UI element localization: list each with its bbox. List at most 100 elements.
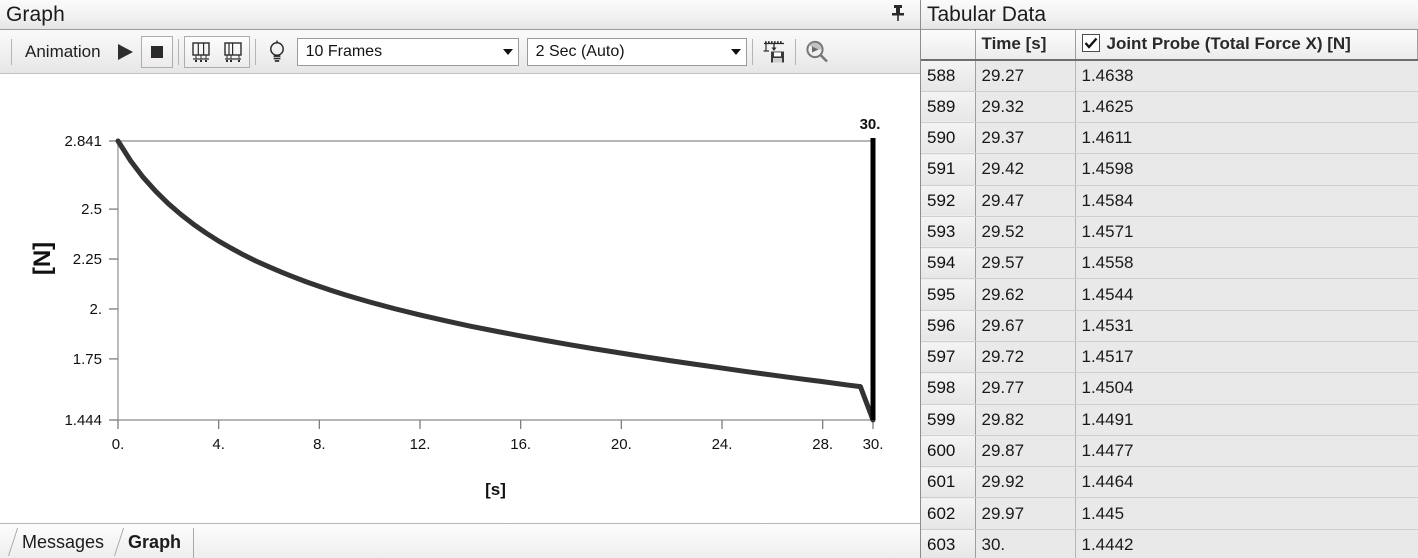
- value-column-checkbox[interactable]: [1081, 34, 1100, 53]
- table-header-row: Time [s] Joint Probe (Total Force X) [N]: [921, 29, 1418, 61]
- chevron-down-icon[interactable]: [498, 39, 518, 65]
- table-cell-value[interactable]: 1.4491: [1075, 404, 1418, 436]
- table-row[interactable]: 602 29.97 1.445: [921, 497, 1418, 530]
- table-cell-value[interactable]: 1.4598: [1075, 153, 1418, 186]
- tabular-data-panel: Tabular Data Time [s] Joint Probe (Total…: [920, 0, 1418, 558]
- table-cell-time[interactable]: 29.82: [975, 404, 1076, 436]
- table-row-number: 596: [921, 310, 976, 343]
- table-row[interactable]: 600 29.87 1.4477: [921, 435, 1418, 468]
- plot-area[interactable]: 2.841 2.5 2.25 2. 1.75 1.444 0. 4. 8. 12. 16. 20. 24…: [0, 74, 920, 558]
- series-line: [115, 138, 876, 423]
- graph-panel-title: Graph: [6, 3, 65, 26]
- table-row[interactable]: 589 29.32 1.4625: [921, 91, 1418, 123]
- graph-panel-titlebar: Graph: [0, 0, 920, 30]
- bottom-tab-bar: Messages Graph: [0, 523, 920, 558]
- play-button[interactable]: [109, 36, 141, 68]
- animation-label: Animation: [25, 41, 101, 61]
- toolbar-separator: [751, 38, 753, 65]
- table-cell-value[interactable]: 1.4531: [1075, 310, 1418, 343]
- table-cell-time[interactable]: 29.97: [975, 497, 1076, 530]
- time-cursor-label: 30.: [860, 116, 881, 133]
- table-cell-time[interactable]: 29.27: [975, 59, 1076, 92]
- table-cell-time[interactable]: 29.57: [975, 247, 1076, 280]
- table-row[interactable]: 594 29.57 1.4558: [921, 247, 1418, 280]
- table-row[interactable]: 592 29.47 1.4584: [921, 185, 1418, 217]
- table-row[interactable]: 599 29.82 1.4491: [921, 404, 1418, 436]
- table-row[interactable]: 593 29.52 1.4571: [921, 216, 1418, 249]
- table-row[interactable]: 601 29.92 1.4464: [921, 466, 1418, 499]
- zoom-search-button[interactable]: [801, 36, 833, 68]
- column-header-time[interactable]: Time [s]: [975, 29, 1076, 61]
- table-row-number: 595: [921, 278, 976, 311]
- table-cell-time[interactable]: 29.87: [975, 435, 1076, 468]
- table-row-number: 603: [921, 529, 976, 558]
- table-row-number: 599: [921, 404, 976, 436]
- table-cell-value[interactable]: 1.4611: [1075, 122, 1418, 155]
- lightbulb-button[interactable]: [261, 36, 293, 68]
- table-row[interactable]: 598 29.77 1.4504: [921, 372, 1418, 405]
- distribute-frames-button[interactable]: [185, 36, 217, 68]
- table-cell-time[interactable]: 29.72: [975, 341, 1076, 374]
- export-video-icon: [763, 40, 784, 62]
- x-axis-tick-label: 12.: [410, 436, 431, 453]
- retime-frames-button[interactable]: [217, 36, 249, 68]
- tabular-data-scroll[interactable]: Time [s] Joint Probe (Total Force X) [N]: [921, 29, 1418, 558]
- toolbar-separator: [794, 38, 796, 65]
- table-cell-time[interactable]: 29.37: [975, 122, 1076, 155]
- table-row[interactable]: 591 29.42 1.4598: [921, 153, 1418, 186]
- table-cell-value[interactable]: 1.4571: [1075, 216, 1418, 249]
- table-cell-value[interactable]: 1.4544: [1075, 278, 1418, 311]
- table-cell-value[interactable]: 1.4625: [1075, 91, 1418, 123]
- table-cell-time[interactable]: 29.77: [975, 372, 1076, 405]
- table-cell-time[interactable]: 29.32: [975, 91, 1076, 123]
- table-cell-time[interactable]: 29.42: [975, 153, 1076, 186]
- table-cell-value[interactable]: 1.4504: [1075, 372, 1418, 405]
- table-row[interactable]: 595 29.62 1.4544: [921, 278, 1418, 311]
- table-cell-value[interactable]: 1.4442: [1075, 529, 1418, 558]
- table-cell-time[interactable]: 29.52: [975, 216, 1076, 249]
- duration-dropdown[interactable]: 2 Sec (Auto): [526, 37, 747, 66]
- table-row-number: 594: [921, 247, 976, 280]
- table-cell-value[interactable]: 1.4558: [1075, 247, 1418, 280]
- chart: 2.841 2.5 2.25 2. 1.75 1.444 0. 4. 8. 12. 16. 20. 24…: [29, 116, 883, 499]
- x-axis-tick-label: 8.: [313, 436, 326, 453]
- table-cell-time[interactable]: 30.: [975, 529, 1076, 558]
- table-row[interactable]: 590 29.37 1.4611: [921, 122, 1418, 155]
- table-cell-value[interactable]: 1.4638: [1075, 59, 1418, 92]
- toolbar-separator: [254, 38, 256, 65]
- table-row-number: 591: [921, 153, 976, 186]
- tabular-data-title: Tabular Data: [927, 2, 1047, 26]
- frames-dropdown[interactable]: 10 Frames: [296, 37, 519, 66]
- table-row[interactable]: 596 29.67 1.4531: [921, 310, 1418, 343]
- table-cell-value[interactable]: 1.4584: [1075, 185, 1418, 217]
- y-axis-tick-label: 2.25: [73, 251, 102, 268]
- play-icon: [117, 43, 133, 60]
- table-cell-time[interactable]: 29.92: [975, 466, 1076, 499]
- table-cell-value[interactable]: 1.445: [1075, 497, 1418, 530]
- export-video-button[interactable]: [758, 36, 790, 68]
- distribute-frames-icon: [191, 41, 210, 62]
- column-header-value[interactable]: Joint Probe (Total Force X) [N]: [1075, 29, 1418, 61]
- table-row[interactable]: 588 29.27 1.4638: [921, 59, 1418, 92]
- table-corner-header[interactable]: [921, 29, 976, 61]
- stop-button[interactable]: [140, 35, 173, 68]
- table-cell-time[interactable]: 29.62: [975, 278, 1076, 311]
- table-cell-value[interactable]: 1.4464: [1075, 466, 1418, 499]
- tab-graph[interactable]: Graph: [114, 526, 191, 558]
- tab-messages[interactable]: Messages: [8, 526, 114, 558]
- toolbar-separator: [11, 38, 12, 65]
- animation-toolbar: Animation 10 Frames 2 Sec (Auto): [0, 30, 920, 74]
- table-row[interactable]: 597 29.72 1.4517: [921, 341, 1418, 374]
- x-axis-tick-label: 28.: [812, 436, 833, 453]
- table-cell-time[interactable]: 29.47: [975, 185, 1076, 217]
- table-cell-time[interactable]: 29.67: [975, 310, 1076, 343]
- table-cell-value[interactable]: 1.4517: [1075, 341, 1418, 374]
- y-axis-tick-label: 2.: [89, 301, 102, 318]
- chevron-down-icon[interactable]: [726, 39, 746, 65]
- table-row-number: 590: [921, 122, 976, 155]
- table-row[interactable]: 603 30. 1.4442: [921, 529, 1418, 558]
- table-cell-value[interactable]: 1.4477: [1075, 435, 1418, 468]
- pin-icon[interactable]: [890, 4, 906, 22]
- x-axis-tick-label: 16.: [510, 436, 531, 453]
- table-row-number: 592: [921, 185, 976, 217]
